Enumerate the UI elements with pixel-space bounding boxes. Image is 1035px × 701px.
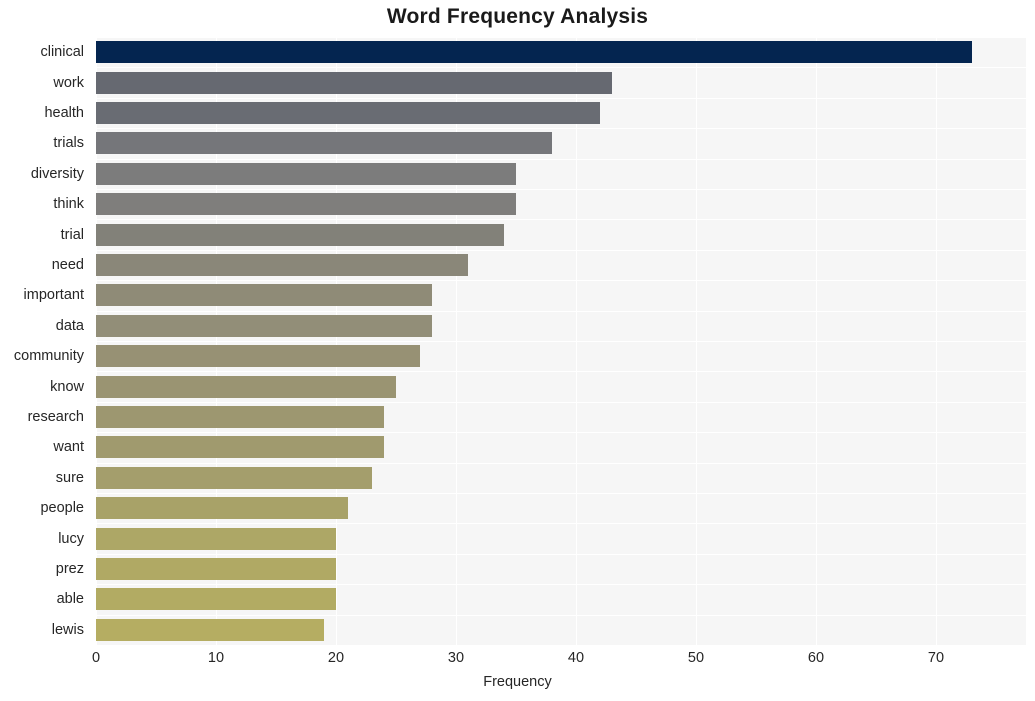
bar (96, 223, 504, 246)
y-tick-label: data (55, 317, 84, 334)
y-tick-label: work (53, 74, 84, 91)
y-tick-label: community (13, 348, 84, 365)
gridline-horizontal (96, 189, 1026, 190)
x-tick-label: 20 (327, 650, 345, 666)
bar (96, 193, 516, 216)
bar (96, 527, 336, 550)
y-tick-label: trials (53, 135, 84, 152)
gridline-horizontal (96, 493, 1026, 494)
y-tick-label: prez (55, 561, 84, 577)
bar (96, 102, 600, 124)
gridline-horizontal (96, 615, 1026, 616)
x-tick-label: 40 (567, 650, 585, 666)
y-tick-label: lucy (58, 530, 84, 547)
bar (96, 162, 516, 185)
y-tick-label: know (50, 378, 84, 395)
bar (96, 618, 324, 641)
bar (96, 436, 384, 459)
gridline-horizontal (96, 554, 1026, 555)
gridline-horizontal (96, 584, 1026, 585)
x-tick-label: 30 (447, 650, 465, 666)
gridline-horizontal (96, 523, 1026, 524)
y-tick-label: important (23, 287, 84, 304)
y-tick-label: people (40, 500, 84, 517)
y-tick-label: research (27, 409, 84, 425)
gridline-horizontal (96, 37, 1026, 38)
bar (96, 41, 972, 64)
gridline-horizontal (96, 341, 1026, 342)
y-tick-label: clinical (40, 44, 84, 61)
gridline-horizontal (96, 250, 1026, 251)
y-tick-label: want (53, 439, 84, 456)
bar (96, 558, 336, 580)
y-tick-label: need (51, 257, 84, 273)
gridline-horizontal (96, 67, 1026, 68)
bar (96, 375, 396, 398)
x-axis-label: Frequency (483, 674, 552, 690)
bar (96, 254, 468, 276)
bar (96, 466, 372, 489)
y-tick-label: able (56, 591, 84, 608)
y-tick-label: lewis (51, 621, 84, 638)
y-tick-label: think (53, 196, 84, 213)
y-tick-label: trial (60, 226, 84, 243)
gridline-horizontal (96, 371, 1026, 372)
gridline-horizontal (96, 98, 1026, 99)
bar (96, 71, 612, 94)
chart-figure: Word Frequency Analysis clinical work heal… (0, 0, 1035, 701)
y-axis-tick-labels: clinical work health trials diversity think tr… (0, 37, 88, 645)
bar (96, 497, 348, 520)
bar (96, 284, 432, 307)
x-axis-tick-labels: 0 10 20 30 40 50 60 70 (0, 649, 1035, 673)
gridline-horizontal (96, 311, 1026, 312)
x-tick-label: 50 (687, 650, 705, 666)
gridline-horizontal (96, 280, 1026, 281)
x-tick-label: 0 (91, 650, 101, 666)
gridline-horizontal (96, 402, 1026, 403)
bar (96, 345, 420, 368)
page-title: Word Frequency Analysis (386, 5, 649, 28)
gridline-horizontal (96, 159, 1026, 160)
x-tick-label: 60 (807, 650, 825, 666)
gridline-horizontal (96, 219, 1026, 220)
bar (96, 588, 336, 611)
y-tick-label: health (44, 105, 84, 121)
x-tick-label: 70 (927, 650, 945, 666)
y-tick-label: diversity (30, 165, 84, 182)
gridline-horizontal (96, 432, 1026, 433)
plot-area (96, 37, 1026, 645)
y-tick-label: sure (55, 469, 84, 486)
bar (96, 406, 384, 428)
gridline-horizontal (96, 463, 1026, 464)
x-tick-label: 10 (207, 650, 225, 666)
bar (96, 132, 552, 155)
gridline-horizontal (96, 128, 1026, 129)
bar (96, 314, 432, 337)
